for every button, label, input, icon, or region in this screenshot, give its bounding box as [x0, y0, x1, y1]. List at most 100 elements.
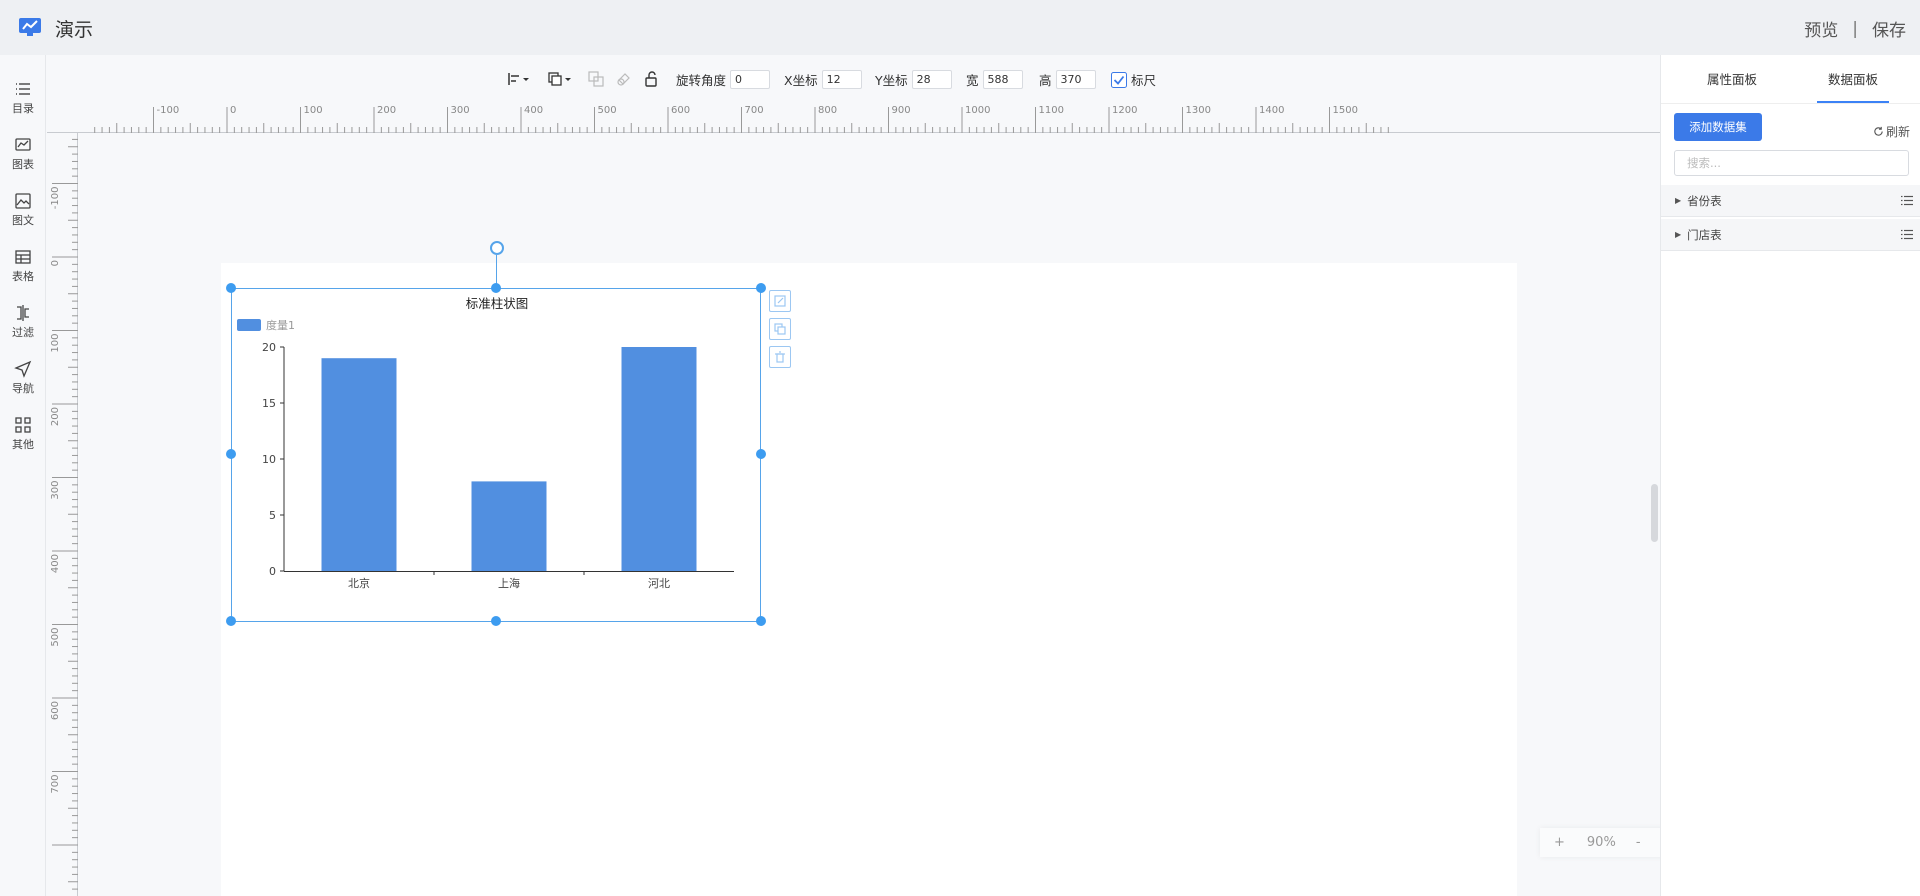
ruler-label: 0 — [50, 260, 61, 266]
sidebar-item-label: 其他 — [12, 438, 34, 451]
height-label: 高 — [1039, 73, 1052, 88]
add-dataset-button[interactable]: 添加数据集 — [1674, 113, 1762, 141]
checkbox-checked-icon[interactable] — [1111, 71, 1127, 88]
sidebar-item-catalog[interactable]: 目录 — [0, 80, 46, 130]
caret-right-icon[interactable]: ▶ — [1675, 230, 1681, 239]
list-icon[interactable] — [1901, 229, 1913, 240]
x-tick-label: 河北 — [648, 577, 670, 590]
trash-icon — [775, 351, 785, 363]
app-header: 演示 预览 | 保存 — [0, 0, 1920, 55]
ruler-label: 100 — [50, 334, 61, 353]
sidebar-item-label: 过滤 — [12, 326, 34, 339]
copy-button[interactable] — [769, 318, 791, 340]
ruler-label: 400 — [524, 105, 543, 116]
x-tick-label: 北京 — [348, 576, 370, 590]
sidebar-item-chart[interactable]: 图表 — [0, 136, 46, 186]
y-tick-label: 0 — [269, 565, 276, 578]
resize-handle-se[interactable] — [756, 616, 766, 626]
chart-icon — [15, 138, 31, 151]
rotation-label: 旋转角度 — [676, 73, 727, 88]
group-icon — [588, 71, 604, 87]
unlock-icon — [645, 71, 657, 87]
dataset-row[interactable]: ▶ 省份表 — [1661, 185, 1920, 217]
resize-handle-nw[interactable] — [226, 283, 236, 293]
group-button[interactable] — [588, 70, 604, 88]
edit-button[interactable] — [769, 290, 791, 312]
align-dropdown[interactable] — [508, 70, 530, 88]
layer-icon — [548, 72, 571, 86]
ruler-label: 400 — [50, 554, 61, 573]
save-button[interactable]: 保存 — [1872, 16, 1906, 41]
width-label: 宽 — [966, 73, 979, 88]
resize-handle-ne[interactable] — [756, 283, 766, 293]
image-text-icon — [15, 193, 31, 209]
sidebar-item-label: 图文 — [12, 214, 34, 227]
ruler-label: -100 — [157, 105, 180, 116]
header-separator: | — [1852, 18, 1858, 39]
caret-right-icon[interactable]: ▶ — [1675, 196, 1681, 205]
ruler-label: 0 — [230, 105, 236, 116]
y-field: Y坐标 — [875, 70, 952, 89]
app-title: 演示 — [55, 19, 94, 41]
resize-handle-e[interactable] — [756, 449, 766, 459]
resize-handle-w[interactable] — [226, 449, 236, 459]
preview-button[interactable]: 预览 — [1804, 16, 1838, 41]
chart-component[interactable]: 标准柱状图 度量1 0 5 10 15 20 北京 上海 河北 — [231, 288, 761, 622]
x-label: X坐标 — [784, 73, 818, 88]
sidebar-item-other[interactable]: 其他 — [0, 416, 46, 466]
height-input[interactable] — [1055, 70, 1096, 89]
x-tick-label: 上海 — [498, 576, 520, 590]
component-sidebar: 目录 图表 图文 表格 过滤 导航 其他 — [0, 55, 46, 896]
sidebar-item-image-text[interactable]: 图文 — [0, 192, 46, 242]
rotation-field: 旋转角度 — [676, 70, 771, 89]
sidebar-item-navigation[interactable]: 导航 — [0, 360, 46, 410]
resize-handle-sw[interactable] — [226, 616, 236, 626]
y-input[interactable] — [911, 70, 952, 89]
height-field: 高 — [1039, 70, 1096, 89]
x-input[interactable] — [821, 70, 862, 89]
dataset-search-input[interactable] — [1674, 150, 1909, 176]
ruler-label: 600 — [671, 105, 690, 116]
component-tools — [769, 290, 791, 374]
resize-handle-s[interactable] — [491, 616, 501, 626]
refresh-button[interactable]: 刷新 — [1873, 123, 1910, 140]
rotation-input[interactable] — [730, 70, 771, 89]
layer-dropdown[interactable] — [548, 70, 572, 88]
sidebar-item-table[interactable]: 表格 — [0, 248, 46, 298]
resize-handle-n[interactable] — [491, 283, 501, 293]
legend-swatch — [237, 319, 261, 331]
filter-icon — [17, 305, 29, 321]
edit-icon — [774, 295, 786, 307]
zoom-in-button[interactable]: + — [1554, 835, 1565, 850]
bar — [471, 481, 547, 571]
rotation-handle[interactable] — [490, 241, 504, 255]
tab-data[interactable]: 数据面板 — [1828, 69, 1878, 88]
ungroup-button[interactable] — [616, 70, 632, 88]
list-icon[interactable] — [1901, 195, 1913, 206]
ruler-label: 100 — [304, 105, 323, 116]
y-tick-label: 10 — [262, 453, 276, 466]
zoom-out-button[interactable]: - — [1636, 835, 1641, 850]
x-field: X坐标 — [784, 70, 862, 89]
ruler-toggle[interactable]: 标尺 — [1111, 70, 1156, 89]
ruler-label: 1200 — [1112, 105, 1137, 116]
ruler-label: 500 — [598, 105, 617, 116]
vertical-ruler: -100 0 100 200 300 400 500 600 700 — [46, 133, 78, 896]
y-tick-label: 20 — [262, 341, 276, 354]
dataset-row[interactable]: ▶ 门店表 — [1661, 219, 1920, 251]
y-tick-label: 15 — [262, 397, 276, 410]
panel-tabs: 属性面板 数据面板 — [1661, 55, 1920, 104]
ruler-label: 1500 — [1333, 105, 1358, 116]
sidebar-item-filter[interactable]: 过滤 — [0, 304, 46, 354]
ruler-label: 700 — [745, 105, 764, 116]
list-icon — [16, 83, 30, 95]
width-input[interactable] — [982, 70, 1023, 89]
delete-button[interactable] — [769, 346, 791, 368]
table-icon — [15, 250, 31, 264]
app-logo-icon — [19, 18, 41, 36]
tab-properties[interactable]: 属性面板 — [1707, 69, 1757, 88]
lock-button[interactable] — [644, 70, 660, 88]
refresh-icon — [1874, 126, 1883, 136]
vertical-scrollbar[interactable] — [1651, 484, 1658, 542]
sidebar-item-label: 表格 — [12, 270, 34, 283]
